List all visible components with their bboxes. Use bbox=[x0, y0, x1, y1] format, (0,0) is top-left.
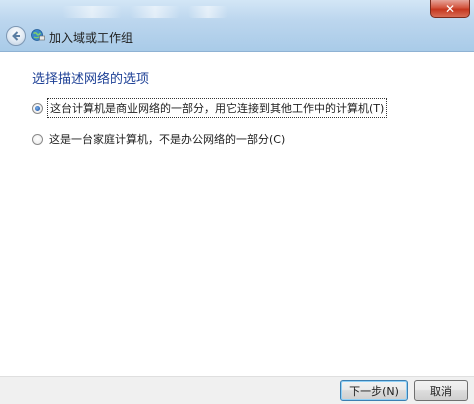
page-heading: 选择描述网络的选项 bbox=[32, 72, 150, 87]
option-home-computer-label[interactable]: 这是一台家庭计算机，不是办公网络的一部分(C) bbox=[47, 130, 287, 148]
next-button[interactable]: 下一步(N) bbox=[340, 380, 408, 401]
close-button[interactable]: ✕ bbox=[430, 0, 470, 18]
radio-business-network[interactable] bbox=[32, 102, 43, 114]
blurred-title-segment bbox=[62, 6, 122, 18]
title-bar: ✕ 加入域或工作组 bbox=[0, 0, 474, 52]
blurred-title-segment bbox=[188, 6, 228, 18]
option-business-network-label[interactable]: 这台计算机是商业网络的一部分，用它连接到其他工作中的计算机(T) bbox=[47, 98, 388, 118]
back-button[interactable] bbox=[6, 26, 26, 46]
cancel-button[interactable]: 取消 bbox=[414, 380, 468, 401]
content-area: 选择描述网络的选项 这台计算机是商业网络的一部分，用它连接到其他工作中的计算机(… bbox=[0, 53, 474, 376]
network-icon bbox=[31, 29, 45, 41]
radio-home-computer[interactable] bbox=[32, 133, 43, 145]
back-arrow-icon bbox=[12, 31, 20, 41]
option-business-network[interactable]: 这台计算机是商业网络的一部分，用它连接到其他工作中的计算机(T) bbox=[32, 98, 388, 118]
button-bar: 下一步(N) 取消 bbox=[0, 376, 474, 404]
close-icon: ✕ bbox=[444, 1, 456, 16]
wizard-title: 加入域或工作组 bbox=[49, 31, 134, 45]
blurred-title-segment bbox=[130, 6, 180, 18]
option-home-computer[interactable]: 这是一台家庭计算机，不是办公网络的一部分(C) bbox=[32, 130, 287, 148]
